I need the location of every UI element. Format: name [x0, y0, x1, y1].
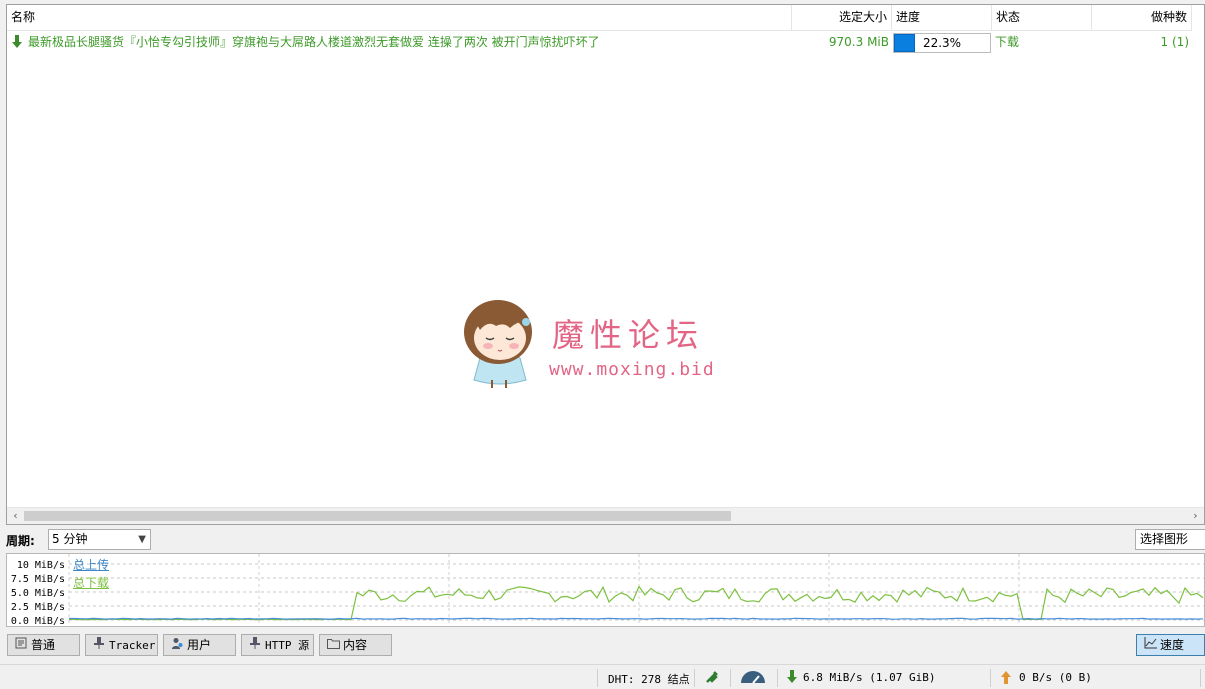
torrent-row[interactable]: 最新极品长腿骚货『小怡专勾引技师』穿旗袍与大屌路人楼道激烈无套做爱 连操了两次 …: [7, 31, 1204, 53]
column-header-progress[interactable]: 进度: [892, 5, 992, 31]
tracker-pin-icon: [92, 635, 106, 655]
dht-status: DHT: 278 结点: [608, 673, 690, 686]
tab-speed-label: 速度: [1160, 638, 1185, 652]
tab-peers[interactable]: 用户: [163, 634, 236, 656]
http-pin-icon: [248, 635, 262, 655]
column-header-status[interactable]: 状态: [992, 5, 1092, 31]
y-tick-label: 10 MiB/s: [17, 560, 65, 571]
chevron-down-icon: ▼: [138, 534, 146, 545]
speed-limit-gauge-icon[interactable]: [740, 670, 766, 687]
mascot-icon: [458, 292, 542, 395]
legend-download[interactable]: 总下载: [73, 574, 109, 591]
period-dropdown[interactable]: 5 分钟 ▼: [48, 529, 151, 550]
scroll-right-arrow-icon[interactable]: ›: [1187, 508, 1204, 524]
y-tick-label: 2.5 MiB/s: [11, 602, 65, 613]
torrent-name: 最新极品长腿骚货『小怡专勾引技师』穿旗袍与大屌路人楼道激烈无套做爱 连操了两次 …: [28, 35, 600, 49]
progress-text: 22.3%: [922, 36, 962, 50]
column-seeds-label: 做种数: [1150, 10, 1187, 24]
scroll-left-arrow-icon[interactable]: ‹: [7, 508, 24, 524]
status-divider: [777, 669, 778, 687]
progress-bar: 22.3%: [893, 33, 991, 53]
tab-tracker[interactable]: Tracker: [85, 634, 158, 656]
folder-icon: [326, 635, 340, 655]
upload-series-line: [69, 617, 1204, 620]
column-progress-label: 进度: [896, 10, 921, 24]
column-header-seeds[interactable]: 做种数: [1092, 5, 1192, 31]
status-divider: [694, 669, 695, 687]
column-name-label: 名称: [11, 10, 36, 24]
scrollbar-thumb[interactable]: [24, 511, 731, 521]
upload-arrow-icon: [1000, 670, 1012, 687]
status-divider: [1200, 669, 1201, 687]
tab-content-label: 内容: [343, 638, 368, 652]
horizontal-scrollbar[interactable]: ‹ ›: [7, 507, 1204, 524]
tab-content[interactable]: 内容: [319, 634, 392, 656]
column-header-name[interactable]: 名称: [7, 5, 792, 31]
download-speed[interactable]: 6.8 MiB/s (1.07 GiB): [803, 671, 935, 684]
period-value: 5 分钟: [52, 532, 88, 546]
status-divider: [730, 669, 731, 687]
upload-speed[interactable]: 0 B/s (0 B): [1019, 671, 1092, 684]
connection-plug-icon[interactable]: [704, 669, 720, 688]
watermark-site-name: 魔性论坛: [552, 316, 705, 354]
tab-tracker-label: Tracker: [109, 639, 156, 652]
peers-users-icon: [170, 635, 184, 655]
general-info-icon: [14, 635, 28, 655]
graph-select-dropdown[interactable]: 选择图形: [1135, 529, 1205, 550]
y-tick-label: 7.5 MiB/s: [11, 574, 65, 585]
torrent-status: 下载: [995, 35, 1020, 49]
download-series-line: [69, 585, 1204, 621]
torrent-list[interactable]: 名称 选定大小 进度 状态 做种数 最新极品长腿骚货『小怡专勾引技师』穿旗袍与大…: [6, 4, 1205, 525]
status-bar: DHT: 278 结点 6.8 MiB/s (1.07 GiB) 0 B/s (…: [0, 664, 1205, 689]
tab-general-label: 普通: [31, 638, 56, 652]
tab-peers-label: 用户: [187, 638, 212, 652]
column-header-size[interactable]: 选定大小: [792, 5, 892, 31]
tab-http-sources[interactable]: HTTP 源: [241, 634, 314, 656]
speed-chart-icon: [1143, 635, 1157, 655]
column-size-label: 选定大小: [838, 10, 887, 24]
torrent-seeds: 1 (1): [1160, 35, 1189, 49]
speed-graph: 10 MiB/s 7.5 MiB/s 5.0 MiB/s 2.5 MiB/s 0.0 M…: [6, 553, 1205, 627]
download-arrow-icon: [786, 670, 798, 687]
y-tick-label: 0.0 MiB/s: [11, 616, 65, 627]
legend-upload[interactable]: 总上传: [73, 556, 109, 573]
speed-graph-svg: 10 MiB/s 7.5 MiB/s 5.0 MiB/s 2.5 MiB/s 0.0 M…: [11, 554, 1204, 627]
tab-general[interactable]: 普通: [7, 634, 80, 656]
download-arrow-icon: [11, 31, 23, 53]
torrent-size: 970.3 MiB: [828, 35, 889, 49]
status-divider: [597, 669, 598, 687]
status-divider: [990, 669, 991, 687]
tab-http-label: HTTP 源: [265, 639, 310, 652]
period-label: 周期:: [6, 534, 35, 548]
column-status-label: 状态: [996, 10, 1021, 24]
watermark-url: www.moxing.bid: [549, 359, 715, 380]
tab-speed[interactable]: 速度: [1136, 634, 1205, 656]
y-tick-label: 5.0 MiB/s: [11, 588, 65, 599]
